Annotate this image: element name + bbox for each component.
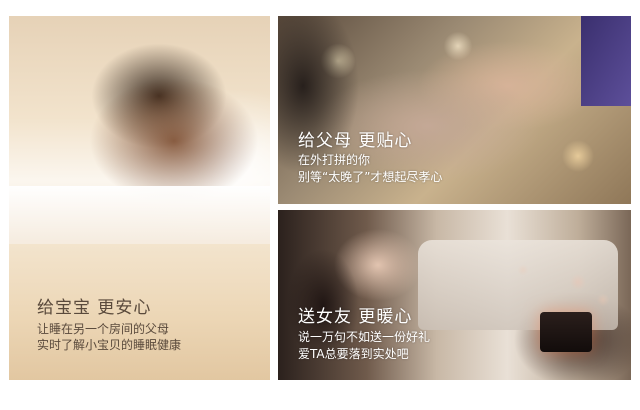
sleeve	[581, 16, 631, 106]
panel-girlfriend: 送女友 更暖心 说一万句不如送一份好礼 爱TA总要落到实处吧	[278, 210, 631, 380]
gift-box	[540, 312, 592, 352]
panel-baby: 给宝宝 更安心 让睡在另一个房间的父母 实时了解小宝贝的睡眠健康	[9, 16, 270, 380]
panel-baby-line-2: 实时了解小宝贝的睡眠健康	[37, 338, 182, 352]
panel-girlfriend-headline: 送女友 更暖心	[298, 307, 413, 327]
panel-parents-line-1: 在外打拼的你	[298, 153, 371, 167]
panel-girlfriend-line-2: 爱TA总要落到实处吧	[298, 347, 409, 361]
panel-girlfriend-line-1: 说一万句不如送一份好礼	[298, 330, 431, 344]
bed-sheet	[9, 186, 270, 246]
panel-baby-headline: 给宝宝 更安心	[37, 298, 152, 318]
panel-baby-line-1: 让睡在另一个房间的父母	[37, 322, 170, 336]
panel-parents-headline: 给父母 更贴心	[298, 131, 413, 151]
panel-parents-line-2: 别等“太晚了”才想起尽孝心	[298, 170, 443, 184]
panel-parents: 给父母 更贴心 在外打拼的你 别等“太晚了”才想起尽孝心	[278, 16, 631, 204]
